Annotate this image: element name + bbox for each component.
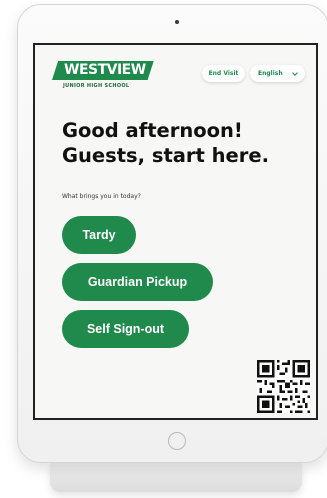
home-button-icon[interactable] — [168, 432, 186, 450]
qr-code-icon — [257, 360, 310, 413]
guardian-pickup-button[interactable]: Guardian Pickup — [62, 263, 213, 301]
end-visit-label: End Visit — [208, 70, 239, 77]
tardy-button[interactable]: Tardy — [62, 216, 136, 254]
language-select[interactable]: English — [250, 65, 305, 82]
chevron-down-icon — [292, 70, 298, 76]
logo-wordmark: WESTVIEW — [52, 61, 154, 80]
visit-reason-prompt: What brings you in today? — [62, 193, 141, 200]
greeting-line-2: Guests, start here. — [62, 144, 270, 167]
self-sign-out-button[interactable]: Self Sign-out — [62, 310, 189, 348]
page-title: Good afternoon! Guests, start here. — [62, 118, 269, 168]
kiosk-screen: WESTVIEW JUNIOR HIGH SCHOOL End Visit En… — [33, 43, 318, 420]
kiosk-scene: WESTVIEW JUNIOR HIGH SCHOOL End Visit En… — [0, 0, 327, 498]
greeting-line-1: Good afternoon! — [62, 119, 243, 142]
end-visit-button[interactable]: End Visit — [202, 65, 245, 82]
language-value: English — [258, 70, 283, 77]
school-logo: WESTVIEW JUNIOR HIGH SCHOOL — [52, 59, 154, 89]
logo-subtitle: JUNIOR HIGH SCHOOL — [63, 83, 130, 89]
camera-icon — [175, 20, 179, 24]
stand-base — [50, 462, 302, 492]
